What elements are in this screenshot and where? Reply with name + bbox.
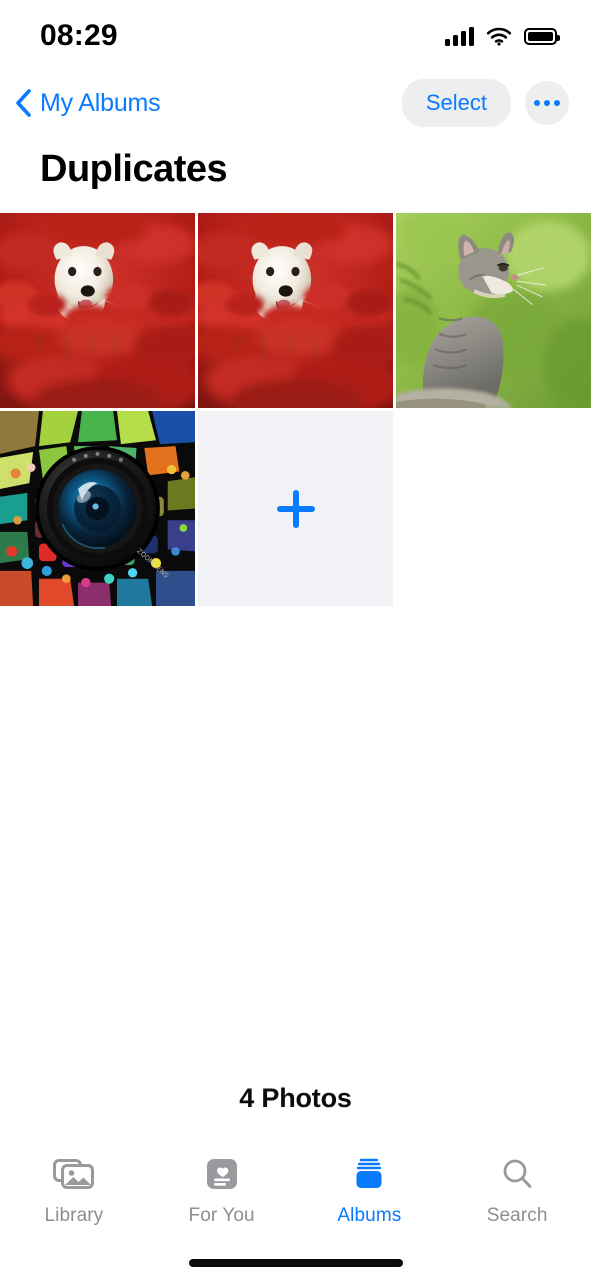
tab-albums[interactable]: Albums — [296, 1152, 444, 1227]
camera-lens-photo-thumbnail: ZOOM LENS — [0, 411, 195, 606]
photo-grid: ZOOM LENS — [0, 213, 591, 606]
cellular-signal-icon — [445, 26, 474, 46]
tab-search-label: Search — [486, 1205, 548, 1226]
tab-for-you[interactable]: For You — [148, 1152, 296, 1227]
photo-camera-lens-mosaic[interactable]: ZOOM LENS — [0, 411, 195, 606]
tab-library-label: Library — [44, 1205, 104, 1226]
status-bar: 08:29 — [0, 0, 591, 72]
ellipsis-icon — [534, 100, 540, 106]
photo-stack-icon — [52, 1152, 95, 1196]
photo-dog-in-red-flowers-1[interactable] — [0, 213, 195, 408]
tab-search[interactable]: Search — [443, 1152, 591, 1227]
wifi-icon — [486, 26, 512, 46]
back-button[interactable]: My Albums — [14, 88, 161, 118]
photos-app-screen: 08:29 My Albums Select Duplicates ZOOM L… — [0, 0, 591, 1280]
tab-for-you-label: For You — [188, 1205, 255, 1226]
status-bar-time: 08:29 — [40, 19, 118, 52]
page-title: Duplicates — [40, 148, 228, 190]
select-button[interactable]: Select — [401, 79, 511, 127]
albums-stack-icon — [351, 1152, 387, 1196]
kitten-photo-thumbnail — [396, 213, 591, 408]
add-photo-tile[interactable] — [198, 411, 393, 606]
heart-card-icon — [205, 1152, 239, 1196]
plus-icon — [273, 486, 319, 532]
grid-spacer — [0, 606, 591, 1083]
tab-library[interactable]: Library — [0, 1152, 148, 1227]
home-indicator-area — [0, 1246, 591, 1280]
status-bar-indicators — [445, 26, 560, 46]
nav-bar-actions: Select — [401, 79, 569, 127]
navigation-bar: My Albums Select — [0, 72, 591, 134]
tab-bar: Library For You Albums Search — [0, 1140, 591, 1246]
photo-count-label: 4 Photos — [239, 1083, 352, 1113]
chevron-left-icon — [14, 88, 34, 118]
tab-albums-label: Albums — [337, 1205, 402, 1226]
photo-dog-in-red-flowers-2[interactable] — [198, 213, 393, 408]
photo-kitten-in-grass[interactable] — [396, 213, 591, 408]
back-button-label: My Albums — [40, 88, 161, 117]
dog-photo-thumbnail-duplicate — [198, 213, 393, 408]
more-options-button[interactable] — [525, 81, 569, 125]
home-indicator[interactable] — [188, 1259, 403, 1267]
magnifier-icon — [499, 1152, 535, 1196]
battery-full-icon — [524, 27, 560, 45]
dog-photo-thumbnail — [0, 213, 195, 408]
